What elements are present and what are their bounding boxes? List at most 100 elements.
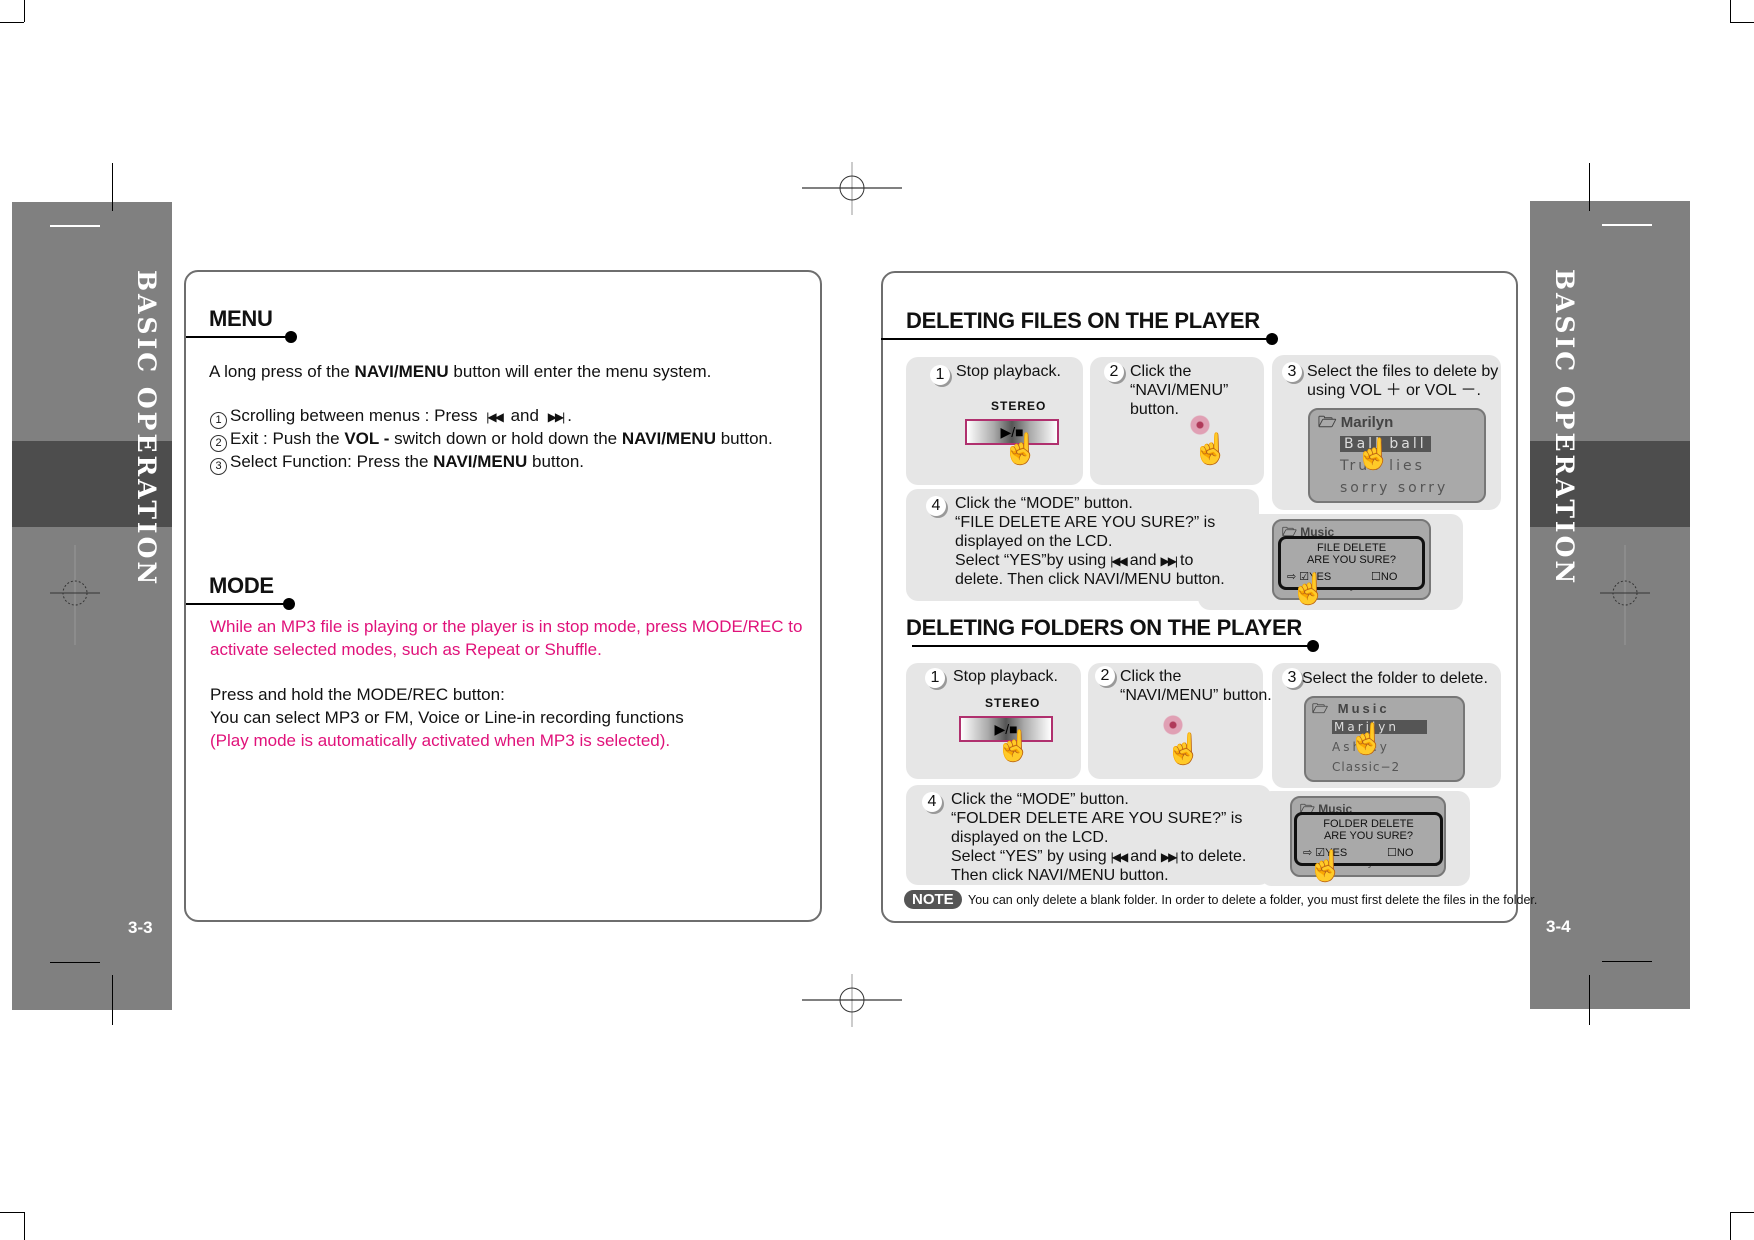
- crop-mark: [1602, 961, 1652, 962]
- crop-mark: [50, 225, 100, 227]
- left-section-title: BASIC OPERATION: [132, 270, 161, 588]
- dialog-title-1: FOLDER DELETE: [1323, 818, 1414, 830]
- crop-mark: [1730, 0, 1731, 22]
- delete-folders-rule: [912, 645, 1314, 647]
- crop-mark: [1730, 1212, 1754, 1213]
- mode-select-functions: You can select MP3 or FM, Voice or Line-…: [210, 708, 684, 727]
- crop-mark: [1730, 22, 1754, 23]
- menu-heading-rule: [186, 336, 290, 338]
- delete-files-dot: [1266, 333, 1278, 345]
- pointing-hand-icon: ☝: [1307, 850, 1345, 883]
- menu-heading: MENU: [209, 306, 273, 331]
- crop-mark: [24, 1212, 25, 1240]
- note-badge: NOTE: [904, 890, 962, 909]
- folders-step-2-number: 2: [1095, 666, 1115, 686]
- files-step-4-line-1: Click the “MODE” button.: [955, 495, 1133, 512]
- folders-step-3-number: 3: [1282, 668, 1302, 688]
- files-step-4-line-5: delete. Then click NAVI/MENU button.: [955, 571, 1225, 588]
- mode-desc-line-2: activate selected modes, such as Repeat …: [210, 640, 602, 659]
- pointing-hand-icon: ☝: [1002, 433, 1040, 466]
- left-page-number: 3-3: [128, 918, 153, 937]
- lcd-folder-name: 🗁 Marilyn: [1318, 414, 1394, 431]
- folders-step-4-line-4: Select “YES” by using |◀◀ and ▶▶| to delete.: [951, 848, 1247, 865]
- files-step-2-line-3: button.: [1130, 401, 1179, 418]
- skip-back-icon: |◀◀: [1110, 850, 1129, 864]
- folders-step-2-line-1: Click the: [1120, 668, 1182, 685]
- folders-step-2-line-2: “NAVI/MENU” button.: [1120, 687, 1272, 704]
- skip-forward-icon: ▶▶|: [547, 410, 566, 424]
- menu-item-2: 2 Exit : Push the VOL - switch down or ho…: [210, 427, 773, 452]
- dialog-no-option[interactable]: ☐NO: [1387, 846, 1413, 859]
- folders-step-1-number: 1: [925, 668, 945, 688]
- pointing-hand-icon: ☝: [1165, 733, 1203, 766]
- folders-step-4-line-1: Click the “MODE” button.: [951, 791, 1129, 808]
- stereo-label: STEREO: [991, 399, 1047, 413]
- pointing-hand-icon: ☝: [995, 730, 1033, 763]
- files-step-4-line-2: “FILE DELETE ARE YOU SURE?” is: [955, 514, 1216, 531]
- crop-mark: [50, 962, 100, 963]
- folders-step-4-line-5: Then click NAVI/MENU button.: [951, 867, 1169, 884]
- skip-back-icon: |◀◀: [486, 410, 504, 424]
- files-step-4-line-4: Select “YES”by using |◀◀ and ▶▶| to: [955, 552, 1194, 569]
- dialog-title-1: FILE DELETE: [1316, 542, 1387, 554]
- registration-mark: [50, 545, 100, 645]
- skip-forward-icon: ▶▶|: [1160, 554, 1178, 568]
- files-step-3-line-2: using VOL ＋ or VOL －.: [1307, 382, 1481, 399]
- pointing-hand-icon: ☝: [1355, 438, 1393, 471]
- pointing-hand-icon: ☝: [1290, 573, 1328, 606]
- right-page-number: 3-4: [1546, 917, 1571, 936]
- folders-step-3-text: Select the folder to delete.: [1302, 670, 1488, 687]
- files-step-2-number: 2: [1104, 362, 1124, 382]
- menu-heading-dot: [285, 331, 297, 343]
- mode-play-note: (Play mode is automatically activated wh…: [210, 731, 671, 750]
- pointing-hand-icon: ☝: [1192, 433, 1230, 466]
- menu-item-1: 1 Scrolling between menus : Press |◀◀ and…: [210, 404, 572, 429]
- dialog-title-2: ARE YOU SURE?: [1323, 830, 1414, 842]
- folders-step-1-text: Stop playback.: [953, 668, 1058, 685]
- crop-mark: [112, 975, 113, 1025]
- lcd-folder-item[interactable]: Classic−2: [1332, 760, 1400, 774]
- crop-mark: [1589, 163, 1590, 211]
- mode-heading-dot: [283, 598, 295, 610]
- pointing-hand-icon: ☝: [1348, 723, 1386, 756]
- delete-files-heading: DELETING FILES ON THE PLAYER: [906, 308, 1260, 333]
- dialog-title-2: ARE YOU SURE?: [1306, 554, 1397, 566]
- skip-forward-icon: ▶▶|: [1160, 850, 1179, 864]
- folders-step-4-line-3: displayed on the LCD.: [951, 829, 1109, 846]
- registration-mark: [802, 974, 902, 1027]
- mode-heading-rule: [186, 603, 290, 605]
- menu-item-3: 3 Select Function: Press the NAVI/MENU bu…: [210, 450, 584, 475]
- files-step-3-line-1: Select the files to delete by: [1307, 363, 1499, 380]
- folders-step-4-line-2: “FOLDER DELETE ARE YOU SURE?” is: [951, 810, 1243, 827]
- files-step-2-line-2: “NAVI/MENU”: [1130, 382, 1229, 399]
- right-section-title: BASIC OPERATION: [1550, 269, 1579, 587]
- crop-mark: [1730, 1212, 1731, 1240]
- lcd-folder-name: 🗁 Music: [1312, 701, 1390, 716]
- dialog-no-option[interactable]: ☐NO: [1371, 570, 1397, 583]
- files-step-3-number: 3: [1282, 362, 1302, 382]
- mode-heading: MODE: [209, 573, 274, 598]
- files-step-4-line-3: displayed on the LCD.: [955, 533, 1113, 550]
- files-step-1-text: Stop playback.: [956, 363, 1061, 380]
- mode-hold-instruction: Press and hold the MODE/REC button:: [210, 685, 505, 704]
- files-lcd-screen: 🗁 Marilyn Ball ball True lies sorry sorr…: [1308, 408, 1486, 503]
- crop-mark: [112, 163, 113, 211]
- lcd-file-item[interactable]: sorry sorry: [1340, 480, 1448, 496]
- number-3-icon: 3: [210, 458, 227, 475]
- registration-mark: [802, 162, 902, 215]
- registration-mark: [1600, 545, 1650, 645]
- crop-mark: [0, 22, 24, 23]
- menu-intro: A long press of the NAVI/MENU button wil…: [209, 362, 712, 381]
- folders-step-4-number: 4: [922, 792, 942, 812]
- skip-back-icon: |◀◀: [1110, 554, 1128, 568]
- delete-folders-heading: DELETING FOLDERS ON THE PLAYER: [906, 615, 1303, 640]
- crop-mark: [24, 0, 25, 22]
- delete-files-rule: [881, 338, 1273, 340]
- stereo-label: STEREO: [985, 696, 1041, 710]
- crop-mark: [1589, 975, 1590, 1025]
- crop-mark: [1602, 224, 1652, 226]
- note-text: You can only delete a blank folder. In o…: [968, 893, 1538, 907]
- delete-folders-dot: [1307, 640, 1319, 652]
- files-step-2-line-1: Click the: [1130, 363, 1192, 380]
- crop-mark: [0, 1212, 24, 1213]
